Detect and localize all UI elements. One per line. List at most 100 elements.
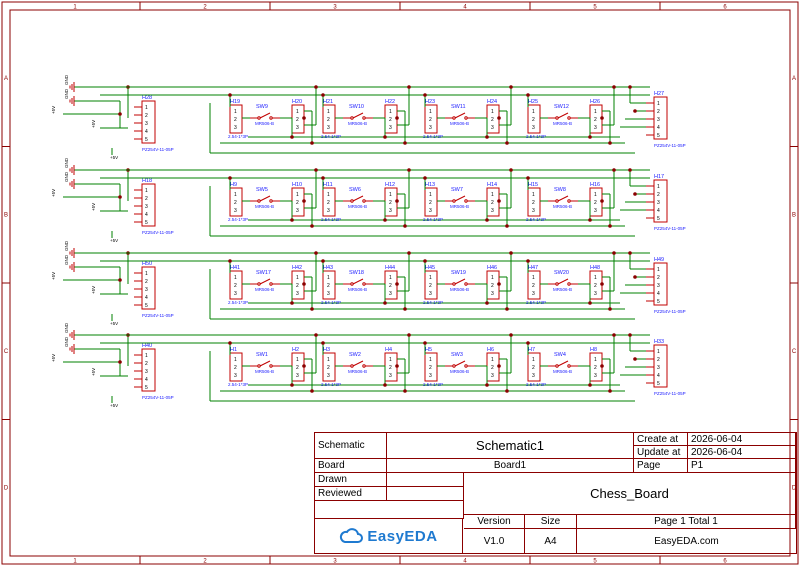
pin-number: 2 — [532, 283, 535, 289]
junction — [314, 251, 318, 255]
update-at-value: 2026-06-04 — [688, 446, 796, 459]
junction — [310, 389, 314, 393]
junction — [505, 389, 509, 393]
supply-label: +5V — [51, 189, 56, 197]
pin-number: 1 — [234, 275, 237, 281]
page-total: Page 1 Total 1 — [577, 515, 796, 529]
part-number: 2.54-1*3P — [228, 217, 248, 222]
pin-number: 4 — [657, 291, 660, 297]
pin-number: 1 — [296, 275, 299, 281]
pin-number: 2 — [657, 192, 660, 198]
pin-number: 2 — [491, 117, 494, 123]
component-ref: H2 — [292, 347, 299, 353]
part-number: 2.54-1*3P — [423, 134, 443, 139]
junction — [600, 282, 604, 286]
pin-number: 1 — [429, 357, 432, 363]
component-ref: SW5 — [256, 187, 268, 193]
pin-number: 5 — [657, 299, 660, 305]
pin-number: 2 — [296, 365, 299, 371]
junction — [118, 195, 122, 199]
pin-number: 3 — [389, 373, 392, 379]
junction — [505, 224, 509, 228]
pin-number: 2 — [594, 117, 597, 123]
pin-number: 5 — [657, 216, 660, 222]
switch-contact — [257, 364, 261, 368]
schematic-label: Schematic — [315, 433, 387, 459]
gnd-label: GND — [64, 74, 69, 85]
part-number: MR506-B — [348, 369, 367, 374]
junction — [588, 218, 592, 222]
switch-contact — [257, 116, 261, 120]
pin-number: 5 — [657, 133, 660, 139]
junction — [485, 383, 489, 387]
junction — [608, 307, 612, 311]
junction — [395, 364, 399, 368]
supply-label: +5V — [110, 238, 118, 243]
switch-contact — [350, 199, 354, 203]
create-at-value: 2026-06-04 — [688, 433, 796, 446]
pin-number: 2 — [389, 117, 392, 123]
junction — [612, 168, 616, 172]
connector-body — [653, 96, 668, 140]
pin-number: 1 — [594, 275, 597, 281]
junction — [526, 93, 530, 97]
junction — [628, 333, 632, 337]
drawn-label: Drawn — [315, 473, 387, 487]
junction — [608, 224, 612, 228]
supply-label: +5V — [51, 106, 56, 114]
pin-number: 2 — [532, 365, 535, 371]
version-value: V1.0 — [464, 529, 525, 553]
component-ref: H49 — [654, 257, 664, 263]
junction — [497, 282, 501, 286]
junction — [485, 301, 489, 305]
junction — [403, 141, 407, 145]
brand-name: EasyEDA — [367, 527, 438, 545]
switch-contact — [362, 199, 366, 203]
junction — [228, 341, 232, 345]
component-ref: H12 — [385, 182, 395, 188]
supply-label: +5V — [91, 368, 96, 376]
junction — [321, 341, 325, 345]
pin-number: 3 — [491, 291, 494, 297]
circuit-row: GND GND +5V +5V 1 2 3 4 5 H28 PZ254V-11-05P +5V 1 2 3 H… — [51, 74, 686, 160]
connector-body — [141, 266, 156, 310]
component-ref: H25 — [528, 99, 538, 105]
row-label: A — [4, 76, 8, 82]
pin-number: 2 — [429, 283, 432, 289]
part-number: PZ254V-11-05P — [142, 313, 174, 318]
supply-label: +5V — [110, 403, 118, 408]
pin-number: 1 — [532, 275, 535, 281]
row-label: D — [4, 486, 9, 492]
switch-contact — [452, 282, 456, 286]
part-number: PZ254V-11-05P — [654, 391, 686, 396]
pin-number: 2 — [657, 275, 660, 281]
pin-number: 3 — [532, 208, 535, 214]
component-ref: H9 — [230, 182, 237, 188]
part-number: 2.54-1*3P — [321, 382, 341, 387]
junction — [395, 199, 399, 203]
switch-lever — [352, 278, 364, 285]
junction — [526, 176, 530, 180]
junction — [383, 135, 387, 139]
junction — [588, 301, 592, 305]
pin-number: 2 — [234, 117, 237, 123]
pin-number: 1 — [145, 188, 148, 194]
component-ref: SW20 — [554, 270, 569, 276]
pin-number: 1 — [296, 109, 299, 115]
pin-number: 2 — [234, 365, 237, 371]
component-ref: H46 — [487, 265, 497, 271]
pin-number: 2 — [594, 283, 597, 289]
junction — [497, 199, 501, 203]
switch-lever — [352, 360, 364, 367]
pin-number: 3 — [594, 208, 597, 214]
connector-body — [141, 348, 156, 392]
pin-number: 3 — [491, 125, 494, 131]
switch-contact — [269, 116, 273, 120]
junction — [310, 224, 314, 228]
supply-label: +5V — [110, 155, 118, 160]
switch-contact — [464, 282, 468, 286]
component-ref: SW10 — [349, 104, 364, 110]
circuit-row: GND GND +5V +5V 1 2 3 4 5 H18 PZ254V-11-05P +5V 1 2 3 H… — [51, 157, 686, 243]
row-label: A — [792, 76, 796, 82]
pin-number: 2 — [296, 283, 299, 289]
